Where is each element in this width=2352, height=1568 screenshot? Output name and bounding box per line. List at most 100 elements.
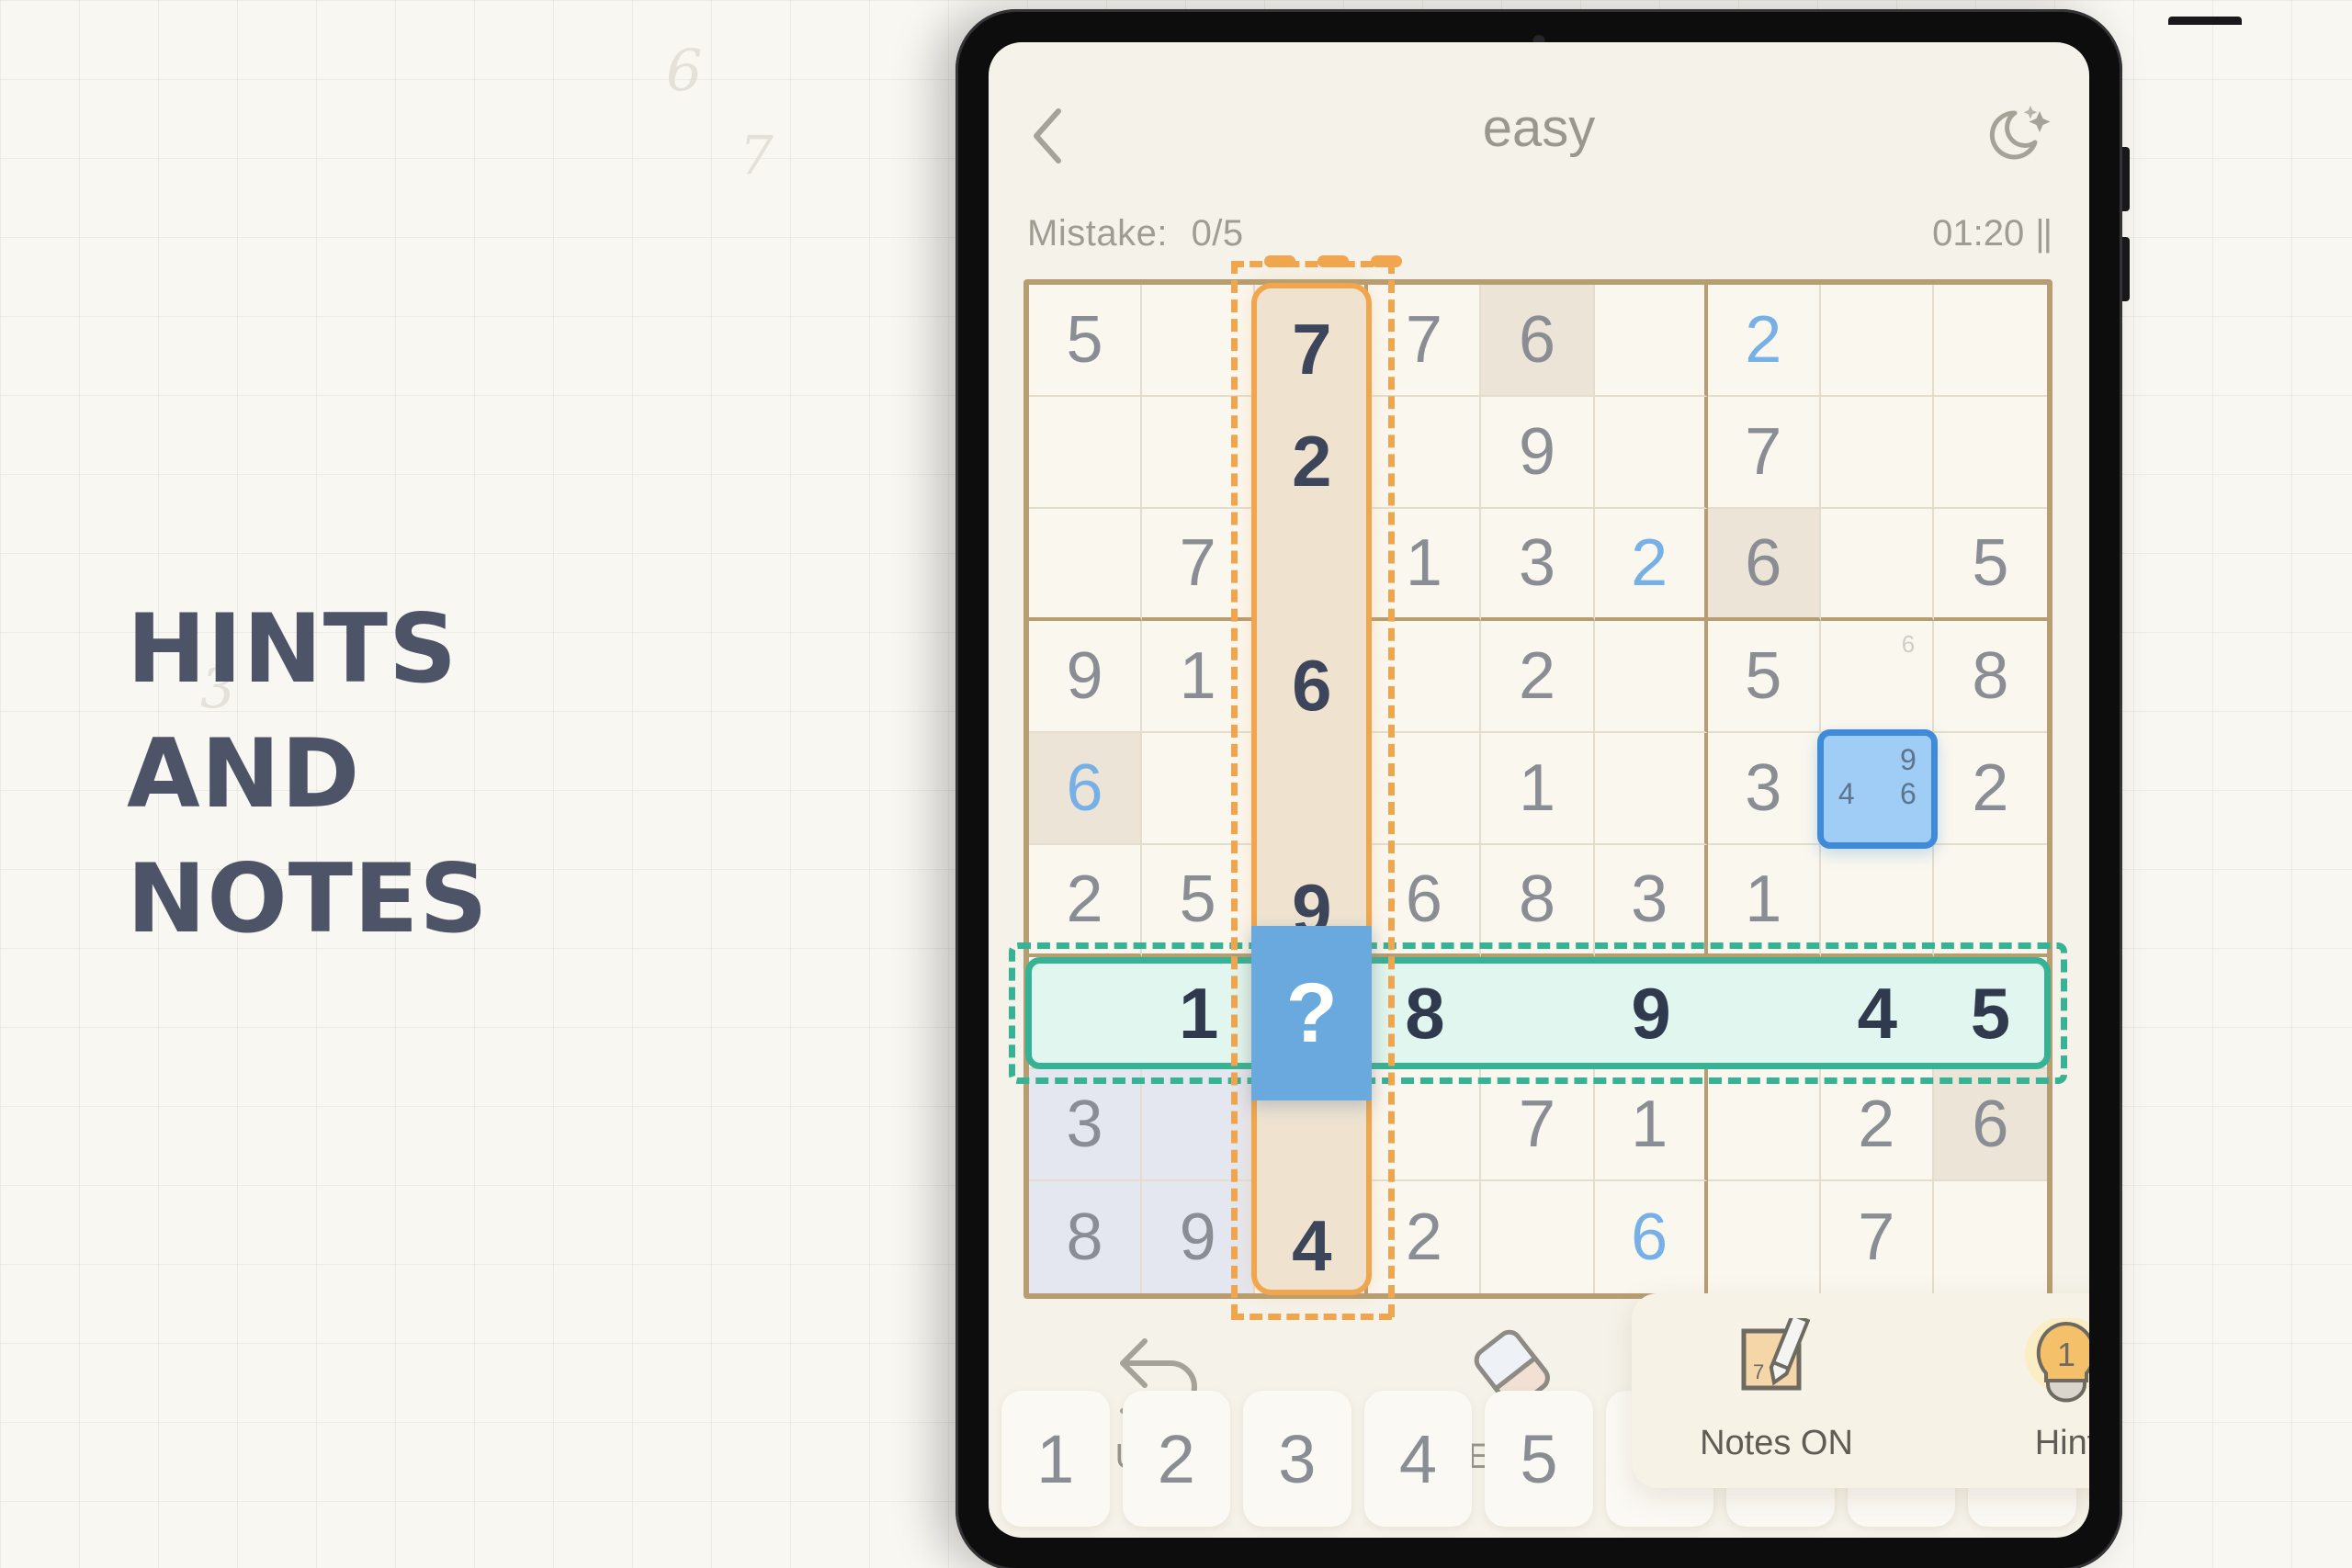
sudoku-cell-r5c9[interactable]: 2 [1933,733,2047,845]
sudoku-cell-r6c8[interactable] [1820,845,1934,957]
sudoku-cell-r2c2[interactable] [1142,397,1256,509]
timer-value: 01:20 [1932,213,2025,254]
hint-button[interactable]: 1 Hint [1942,1316,2089,1463]
sudoku-cell-r4c9[interactable]: 8 [1933,621,2047,733]
note-digit [1860,628,1893,660]
headline-line-1: HINTS [127,594,458,705]
sudoku-cell-r5c6[interactable] [1594,733,1708,845]
sudoku-cell-r4c7[interactable]: 5 [1707,621,1821,733]
sudoku-cell-r3c2[interactable]: 7 [1142,509,1256,621]
note-digit [1862,743,1894,777]
app-header: easy [989,96,2089,180]
sudoku-cell-r9c9[interactable] [1934,1181,2047,1293]
row-highlight-digit: 4 [1857,972,1898,1054]
sudoku-cell-r3c7[interactable]: 6 [1707,509,1821,621]
volume-down-button[interactable] [2121,237,2130,301]
sudoku-cell-r8c4[interactable] [1368,1069,1482,1181]
numpad-key-2[interactable]: 2 [1122,1391,1231,1527]
note-digit [1831,811,1862,835]
sudoku-cell-r9c8[interactable]: 7 [1821,1181,1934,1293]
sudoku-cell-r3c1[interactable] [1029,509,1143,621]
sudoku-cell-r6c5[interactable]: 8 [1481,845,1595,957]
numpad-key-1[interactable]: 1 [1001,1391,1110,1527]
sudoku-cell-r1c4[interactable]: 7 [1368,285,1482,397]
notes-toggle-button[interactable]: 7 Notes ON [1653,1312,1901,1463]
sudoku-cell-r3c8[interactable] [1820,509,1934,621]
sudoku-cell-r1c2[interactable] [1142,285,1256,397]
row-highlight-digit: 8 [1405,972,1445,1054]
sudoku-cell-r2c6[interactable] [1594,397,1708,509]
sudoku-cell-r8c2[interactable] [1142,1069,1256,1181]
sudoku-cell-r8c7[interactable] [1707,1069,1821,1181]
power-button[interactable] [2168,17,2242,25]
timer[interactable]: 01:20 || [1932,213,2052,254]
column-highlight-dash-left [1231,261,1238,1317]
sudoku-cell-r4c4[interactable] [1368,621,1482,733]
sudoku-cell-r2c8[interactable] [1820,397,1934,509]
column-highlight-digit: 6 [1292,645,1332,726]
column-highlight: 72694 [1251,283,1373,1295]
sudoku-cell-r9c5[interactable] [1481,1181,1595,1293]
sudoku-cell-r6c2[interactable]: 5 [1142,845,1256,957]
numpad-key-4[interactable]: 4 [1363,1391,1473,1527]
sudoku-cell-r9c1[interactable]: 8 [1029,1181,1143,1293]
sudoku-cell-r9c4[interactable]: 2 [1368,1181,1482,1293]
app-screen: easy Mistake: 0/5 01:20 || 5 7 6 2 9 7 7… [989,42,2089,1538]
sudoku-cell-r8c5[interactable]: 7 [1481,1069,1595,1181]
sudoku-cell-r2c7[interactable]: 7 [1707,397,1821,509]
sudoku-cell-r6c6[interactable]: 3 [1594,845,1708,957]
row-highlight-digit: 9 [1631,972,1671,1054]
sudoku-cell-r9c6[interactable]: 6 [1595,1181,1708,1293]
sudoku-cell-r4c1[interactable]: 9 [1029,621,1143,733]
row-highlight-digit: 1 [1178,972,1219,1054]
sudoku-cell-r5c7[interactable]: 3 [1707,733,1821,845]
sudoku-cell-r5c5[interactable]: 1 [1481,733,1595,845]
pause-icon[interactable]: || [2035,213,2052,254]
sudoku-cell-r1c1[interactable]: 5 [1029,285,1143,397]
sudoku-cell-r3c9[interactable]: 5 [1933,509,2047,621]
numpad-key-3[interactable]: 3 [1243,1391,1351,1527]
sudoku-cell-r2c9[interactable] [1933,397,2047,509]
sudoku-cell-r8c9[interactable]: 6 [1933,1069,2047,1181]
note-digit: 4 [1838,777,1855,811]
selected-notes-cell[interactable]: 9 4 6 [1816,729,1938,849]
volume-up-button[interactable] [2121,147,2130,211]
column-highlight-dash-right [1388,261,1396,1317]
sudoku-cell-r4c8[interactable]: 6 [1820,621,1934,733]
sudoku-cell-r8c8[interactable]: 2 [1820,1069,1934,1181]
note-digit: 6 [1901,630,1916,659]
sudoku-cell-r1c8[interactable] [1820,285,1934,397]
sudoku-cell-r2c1[interactable] [1029,397,1143,509]
numpad-key-5[interactable]: 5 [1485,1391,1593,1527]
sudoku-cell-r2c5[interactable]: 9 [1481,397,1595,509]
sudoku-cell-r6c9[interactable] [1933,845,2047,957]
sudoku-cell-r8c1[interactable]: 3 [1029,1069,1143,1181]
sudoku-cell-r9c7[interactable] [1708,1181,1821,1293]
sudoku-cell-r2c4[interactable] [1368,397,1482,509]
sudoku-cell-r1c7[interactable]: 2 [1707,285,1821,397]
sudoku-cell-r4c5[interactable]: 2 [1481,621,1595,733]
sudoku-cell-r4c6[interactable] [1594,621,1708,733]
column-highlight-dash-bottom [1231,1314,1393,1320]
note-digit [1860,692,1893,723]
sudoku-cell-r3c5[interactable]: 3 [1481,509,1595,621]
sudoku-cell-r9c2[interactable]: 9 [1142,1181,1256,1293]
sudoku-cell-r3c6[interactable]: 2 [1594,509,1708,621]
sudoku-cell-r3c4[interactable]: 1 [1368,509,1482,621]
sudoku-cell-r5c4[interactable] [1368,733,1482,845]
sudoku-cell-r5c1[interactable]: 6 [1029,733,1143,845]
mistake-label-text: Mistake: [1027,213,1168,254]
sudoku-cell-r5c2[interactable] [1142,733,1256,845]
sudoku-cell-r6c7[interactable]: 1 [1707,845,1821,957]
sudoku-cell-r4c2[interactable]: 1 [1142,621,1256,733]
note-digit [1893,811,1924,835]
sudoku-cell-r6c4[interactable]: 6 [1368,845,1482,957]
status-row: Mistake: 0/5 01:20 || [989,213,2089,267]
sudoku-cell-r6c1[interactable]: 2 [1029,845,1143,957]
target-cell-question[interactable]: ? [1251,926,1373,1100]
sudoku-cell-r1c5[interactable]: 6 [1481,285,1595,397]
sudoku-cell-r1c6[interactable] [1594,285,1708,397]
sudoku-cell-r8c6[interactable]: 1 [1594,1069,1708,1181]
sudoku-cell-r1c9[interactable] [1933,285,2047,397]
theme-toggle-button[interactable] [1981,96,2064,178]
